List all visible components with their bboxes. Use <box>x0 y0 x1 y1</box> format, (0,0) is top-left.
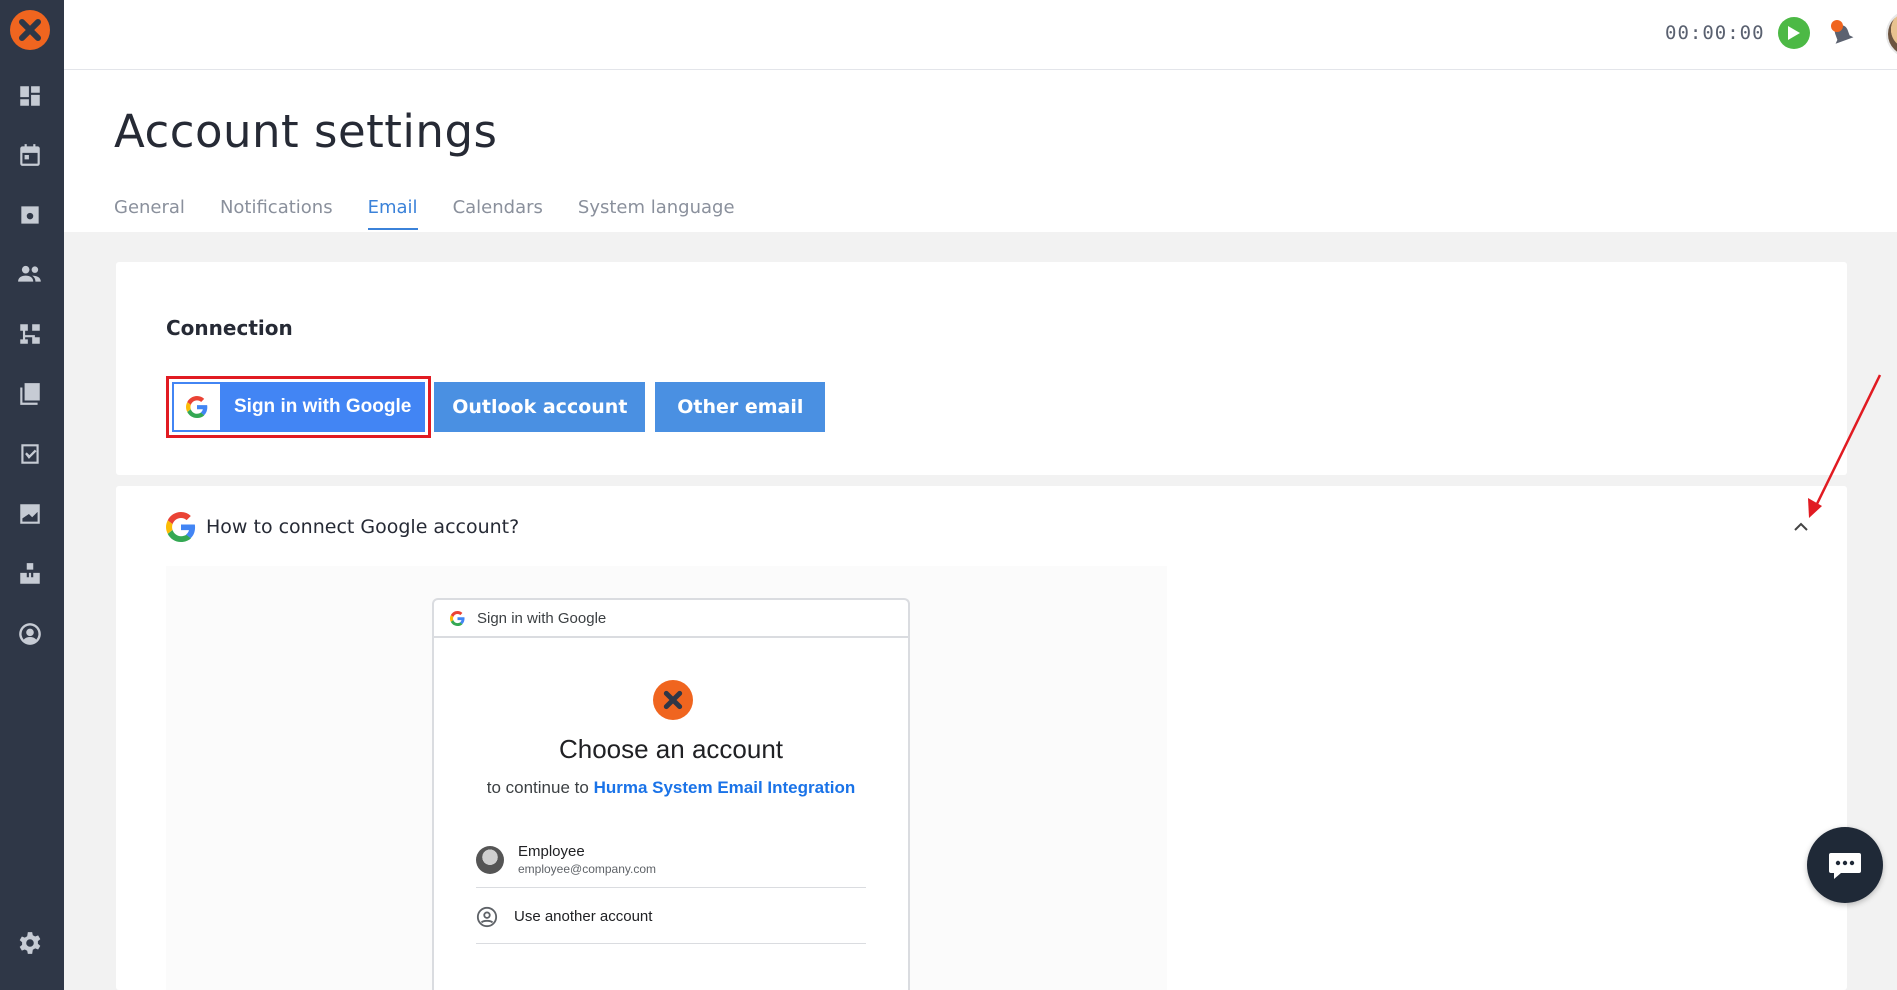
other-email-button[interactable]: Other email <box>655 382 826 432</box>
tasks-icon[interactable] <box>16 440 44 468</box>
google-help-card: How to connect Google account? Sign in w… <box>116 486 1847 990</box>
page-title: Account settings <box>114 105 498 158</box>
structure-icon[interactable] <box>16 320 44 348</box>
tab-email[interactable]: Email <box>367 197 418 230</box>
tab-general[interactable]: General <box>114 197 185 230</box>
preview-another-account-row: Use another account <box>476 890 866 944</box>
preview-app-name: Hurma System Email Integration <box>593 778 856 797</box>
outlook-account-button[interactable]: Outlook account <box>434 382 646 432</box>
chat-widget-button[interactable] <box>1807 827 1883 903</box>
account-circle-icon <box>476 906 498 927</box>
user-avatar[interactable] <box>1886 10 1897 58</box>
tab-calendars[interactable]: Calendars <box>453 197 543 230</box>
account-name: Employee <box>518 843 585 860</box>
top-bar: 00:00:00 <box>64 0 1897 70</box>
connection-card: Connection Sign in with Google Outlook a… <box>116 262 1847 475</box>
hurma-logo[interactable] <box>10 10 50 50</box>
annotation-arrow <box>1808 374 1882 518</box>
hurma-logo-preview <box>653 680 693 720</box>
preview-account-row: Employee employee@company.com <box>476 832 866 888</box>
dashboard-icon[interactable] <box>16 82 44 110</box>
google-g-icon <box>166 512 196 542</box>
profile-icon[interactable] <box>16 620 44 648</box>
notifications-icon[interactable] <box>1827 17 1857 49</box>
settings-icon[interactable] <box>16 929 44 957</box>
time-tracker-timer: 00:00:00 <box>1665 22 1765 44</box>
sign-in-google-label: Sign in with Google <box>234 396 412 417</box>
preview-subtitle-prefix: to continue to <box>486 778 589 797</box>
account-avatar <box>476 845 504 874</box>
sign-in-google-button[interactable]: Sign in with Google <box>172 382 426 432</box>
library-icon[interactable] <box>16 380 44 408</box>
preview-header: Sign in with Google <box>434 600 908 638</box>
help-title: How to connect Google account? <box>206 516 520 538</box>
connection-buttons: Sign in with Google Outlook account Othe… <box>166 376 826 438</box>
play-icon <box>1788 26 1800 40</box>
tab-notifications[interactable]: Notifications <box>220 197 333 230</box>
chat-bubble-icon <box>1829 853 1861 879</box>
assets-icon[interactable] <box>16 560 44 588</box>
start-timer-button[interactable] <box>1778 17 1810 49</box>
preview-subtitle: to continue to Hurma System Email Integr… <box>434 778 908 798</box>
people-icon[interactable] <box>16 260 44 288</box>
preview-header-label: Sign in with Google <box>477 609 607 627</box>
help-header[interactable]: How to connect Google account? <box>166 512 519 542</box>
account-email: employee@company.com <box>518 862 657 876</box>
google-g-icon <box>174 384 220 430</box>
use-another-account-label: Use another account <box>514 908 653 925</box>
reports-icon[interactable] <box>16 500 44 528</box>
settings-tabs: General Notifications Email Calendars Sy… <box>114 197 770 230</box>
google-dialog-preview: Sign in with Google Choose an account to… <box>432 598 910 990</box>
connection-title: Connection <box>166 316 293 340</box>
contacts-icon[interactable] <box>16 201 44 229</box>
instruction-preview-image: Sign in with Google Choose an account to… <box>166 566 1167 990</box>
preview-title: Choose an account <box>558 734 784 764</box>
google-button-highlight: Sign in with Google <box>166 376 432 438</box>
google-g-icon <box>450 610 465 626</box>
calendar-icon[interactable] <box>16 141 44 169</box>
page-header: Account settings General Notifications E… <box>64 70 1897 232</box>
sidebar <box>0 0 64 990</box>
tab-system-language[interactable]: System language <box>578 197 735 230</box>
